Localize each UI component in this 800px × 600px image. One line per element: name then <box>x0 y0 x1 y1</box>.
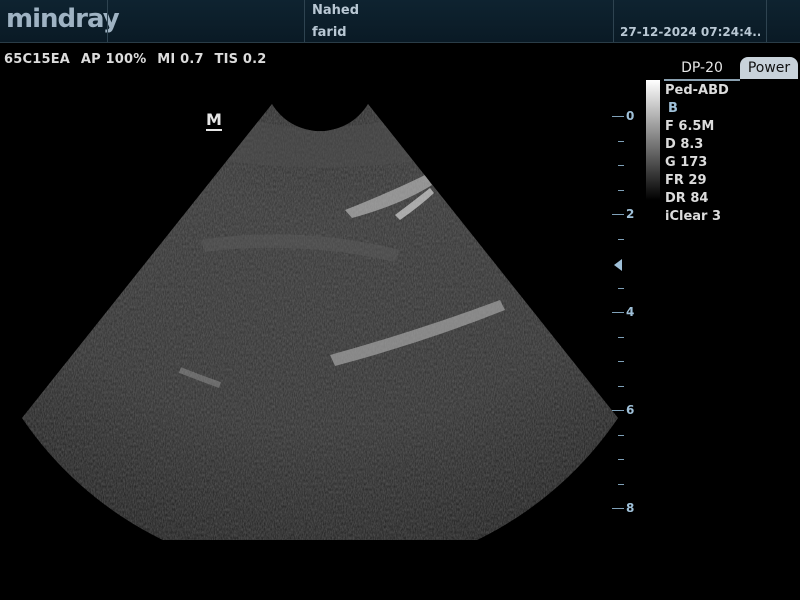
scale-minor-tick <box>618 484 624 485</box>
scale-label: 4 <box>626 305 635 319</box>
focus-marker-icon[interactable] <box>614 259 622 271</box>
scale-minor-tick <box>618 337 624 338</box>
scale-minor-tick <box>618 190 624 191</box>
scale-major-tick <box>612 214 624 215</box>
scale-minor-tick <box>618 386 624 387</box>
gain-value: G 173 <box>665 155 708 170</box>
scale-minor-tick <box>618 239 624 240</box>
scale-label: 8 <box>626 501 635 515</box>
scale-label: 0 <box>626 109 635 123</box>
tab-dp[interactable]: DP-20 <box>664 57 740 81</box>
imaging-mode: B <box>668 101 678 116</box>
scale-label: 6 <box>626 403 635 417</box>
scale-major-tick <box>612 312 624 313</box>
scale-minor-tick <box>618 459 624 460</box>
iclear-value: iClear 3 <box>665 209 722 224</box>
probe-orientation-marker: M <box>206 110 222 131</box>
scale-major-tick <box>612 410 624 411</box>
scale-label: 2 <box>626 207 635 221</box>
imaging-settings: Ped-ABD B F 6.5M D 8.3 G 173 FR 29 DR 84… <box>665 82 729 226</box>
dynamic-range-value: DR 84 <box>665 191 709 206</box>
depth-value: D 8.3 <box>665 137 704 152</box>
grayscale-bar <box>646 80 660 200</box>
scale-minor-tick <box>618 141 624 142</box>
sector-scan <box>22 104 618 540</box>
exam-preset: Ped-ABD <box>665 83 729 98</box>
tab-power[interactable]: Power <box>740 57 798 79</box>
scale-minor-tick <box>618 435 624 436</box>
frequency-value: F 6.5M <box>665 119 715 134</box>
tissue-overlay <box>22 104 618 540</box>
scale-minor-tick <box>618 361 624 362</box>
frame-rate-value: FR 29 <box>665 173 707 188</box>
scale-major-tick <box>612 116 624 117</box>
scale-minor-tick <box>618 288 624 289</box>
scale-minor-tick <box>618 165 624 166</box>
scale-major-tick <box>612 508 624 509</box>
